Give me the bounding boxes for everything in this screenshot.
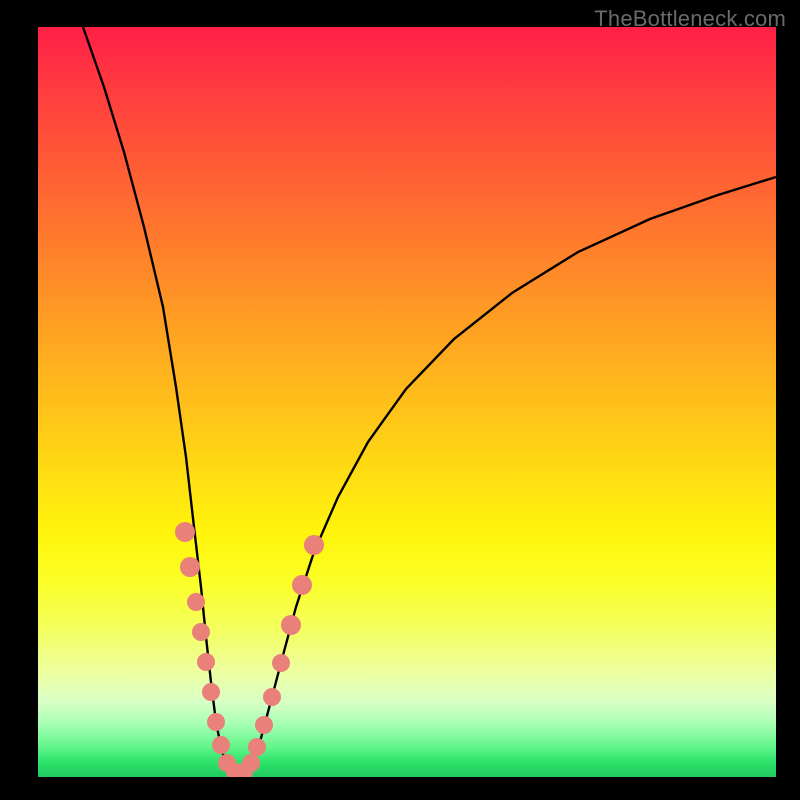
dot-right-1 (242, 754, 260, 772)
dot-right-4 (263, 688, 281, 706)
dot-right-3 (255, 716, 273, 734)
dot-left-6 (202, 683, 220, 701)
chart-frame: TheBottleneck.com (0, 0, 800, 800)
dot-right-8 (304, 535, 324, 555)
bottleneck-curve (83, 27, 776, 773)
dot-left-8 (212, 736, 230, 754)
curve-svg (38, 27, 776, 777)
dot-left-1 (175, 522, 195, 542)
dot-left-4 (192, 623, 210, 641)
plot-area (38, 27, 776, 777)
highlight-dots (175, 522, 324, 777)
dot-left-7 (207, 713, 225, 731)
dot-right-6 (281, 615, 301, 635)
dot-left-5 (197, 653, 215, 671)
dot-left-2 (180, 557, 200, 577)
dot-left-3 (187, 593, 205, 611)
dot-right-7 (292, 575, 312, 595)
dot-right-5 (272, 654, 290, 672)
dot-right-2 (248, 738, 266, 756)
